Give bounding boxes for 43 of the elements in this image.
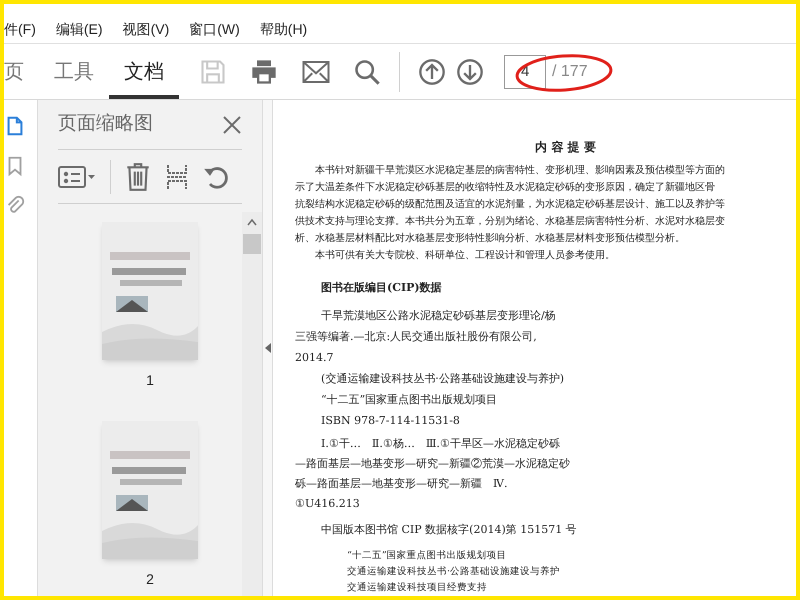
tab[interactable]: 工具 (39, 44, 109, 99)
cip-line: 2014.7 (295, 350, 334, 366)
body-text: 供技术支持与理论支撑。本书共分为五章，分别为绪论、水稳基层病害特性分析、水泥对水稳层变 (295, 214, 726, 229)
cip-line: “十二五”国家重点图书出版规划项目 (320, 392, 498, 408)
page-label: 1 (146, 371, 154, 390)
tab[interactable]: 页 (4, 44, 39, 99)
cip-line: (交通运输建设科技丛书·公路基础设施建设与养护) (320, 370, 566, 386)
cip-line: 干旱荒漠地区公路水泥稳定砂砾基层变形理论/杨 (320, 308, 557, 324)
search-icon[interactable] (353, 58, 381, 86)
scroll-up-icon[interactable] (247, 218, 257, 226)
cip-line: ISBN 978-7-114-11531-8 (320, 412, 461, 428)
close-icon[interactable] (222, 114, 242, 134)
body-text: 抗裂结构水泥稳定砂砾的级配范围及适宜的水泥剂量，为水泥稳定砂砾基层设计、施工以及养护等 (295, 198, 726, 212)
body-text: 本书针对新疆干旱荒漠区水泥稳定基层的病害特性、变形机理、影响因素及预估模型等方面的 (314, 164, 726, 178)
note-line: “十二五”国家重点图书出版规划项目 (346, 549, 508, 563)
menu-item[interactable]: 编辑(E) (56, 19, 103, 40)
body-text: 本书可供有关大专院校、科研单位、工程设计和管理人员参考使用。 (314, 248, 616, 263)
body-text: 析、水稳基层材料配比对水稳基层变形特性影响分析、水稳基层材料变形预估模型分析。 (295, 232, 686, 246)
menu-item[interactable]: 帮助(H) (260, 19, 308, 40)
note-line: 交通运输建设科技丛书·公路基础设施建设与养护 (346, 565, 562, 579)
arrow-down-icon[interactable] (456, 58, 484, 86)
classification-line: ①U416.213 (295, 496, 361, 512)
menu-item[interactable]: 窗口(W) (189, 19, 240, 40)
document-heading: 内 容 提 要 (535, 139, 596, 156)
panel-title: 页面缩略图 (58, 112, 153, 136)
scroll-thumb[interactable] (243, 234, 261, 254)
classification-line: 砾—路面基层—地基变形—研究—新疆 Ⅳ. (295, 476, 508, 492)
trash-icon[interactable] (125, 162, 151, 192)
section-heading: 图书在版编目(CIP)数据 (320, 280, 443, 296)
body-text: 示了大温差条件下水泥稳定砂砾基层的收缩特性及水泥稳定砂砾的变形原因，确定了新疆地区骨 (295, 180, 716, 195)
options-menu-icon[interactable] (58, 164, 96, 188)
menu-item[interactable]: 件(F) (4, 19, 36, 40)
page-count: / 177 (552, 62, 588, 82)
classification-line: —路面基层—地基变形—研究—新疆②荒漠—水泥稳定砂 (295, 456, 571, 472)
cip-number: 中国版本图书馆 CIP 数据核字(2014)第 151571 号 (320, 522, 578, 538)
cip-line: 三强等编著.—北京:人民交通出版社股份有限公司, (295, 328, 538, 344)
note-line: 交通运输建设科技项目经费支持 (346, 581, 488, 595)
mail-icon[interactable] (301, 58, 331, 84)
arrow-up-icon[interactable] (418, 58, 446, 86)
page-label: 2 (146, 570, 154, 589)
menu-item[interactable]: 视图(V) (122, 19, 170, 40)
scrollbar[interactable] (242, 212, 262, 596)
classification-line: Ⅰ.①干… Ⅱ.①杨… Ⅲ.①干旱区—水泥稳定砂砾 (320, 436, 561, 452)
